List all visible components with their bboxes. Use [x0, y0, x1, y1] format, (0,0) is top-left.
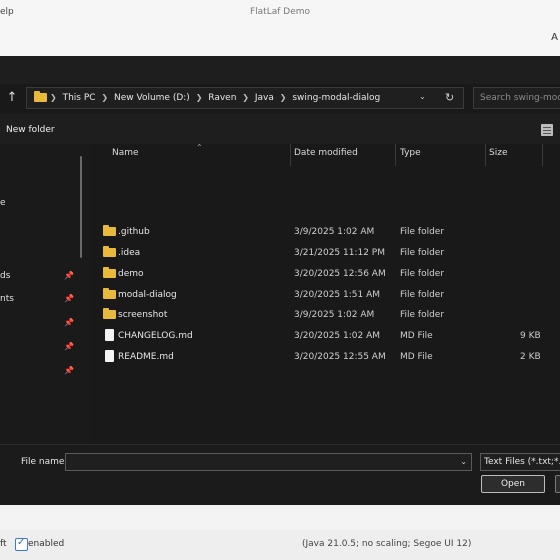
window-title: FlatLaf Demo: [249, 7, 311, 17]
folder-icon: [34, 91, 47, 102]
chevron-down-icon[interactable]: ⌄: [419, 92, 426, 101]
file-list: Name ⌃ Date modified Type Size .github 3…: [90, 143, 560, 444]
file-type: File folder: [400, 227, 445, 237]
folder-icon: [103, 246, 116, 257]
breadcrumb: ❯ This PC ❯ New Volume (D:) ❯ Raven ❯ Ja…: [47, 93, 380, 103]
column-divider[interactable]: [395, 144, 396, 166]
file-name: CHANGELOG.md: [118, 331, 193, 341]
nav-item[interactable]: nts: [0, 294, 14, 304]
table-row[interactable]: .idea 3/21/2025 11:12 PM File folder: [90, 243, 560, 263]
file-size: 2 KB: [520, 352, 541, 362]
file-date: 3/20/2025 1:02 AM: [294, 331, 381, 341]
file-size: 9 KB: [520, 331, 541, 341]
chevron-down-icon[interactable]: ⌄: [460, 457, 467, 466]
java-info-label: (Java 21.0.5; no scaling; Segoe UI 12): [302, 539, 472, 549]
file-type: File folder: [400, 310, 445, 320]
column-divider[interactable]: [290, 144, 291, 166]
table-row[interactable]: screenshot 3/9/2025 1:02 AM File folder: [90, 305, 560, 325]
dialog-footer: File name: ⌄ Text Files (*.txt;*.md Open: [0, 444, 560, 505]
app-titlebar: elp FlatLaf Demo: [0, 0, 560, 26]
table-row[interactable]: CHANGELOG.md 3/20/2025 1:02 AM MD File 9…: [90, 326, 560, 346]
column-header-size[interactable]: Size: [489, 148, 507, 166]
column-divider[interactable]: [485, 144, 486, 166]
up-arrow-icon[interactable]: ↑: [5, 90, 19, 106]
document-icon: [105, 350, 114, 362]
chevron-right-icon: ❯: [195, 93, 203, 102]
app-footer: ft enabled (Java 21.0.5; no scaling; Seg…: [0, 530, 560, 560]
folder-icon: [103, 288, 116, 299]
chevron-right-icon: ❯: [101, 93, 109, 102]
footer-label: ft: [0, 539, 7, 549]
file-date: 3/9/2025 1:02 AM: [294, 310, 375, 320]
file-name: screenshot: [118, 310, 168, 320]
refresh-icon[interactable]: ↻: [445, 91, 454, 104]
sort-ascending-icon: ⌃: [196, 143, 203, 152]
file-type-filter-value: Text Files (*.txt;*.md: [484, 457, 560, 467]
nav-item[interactable]: e: [0, 198, 6, 208]
navigation-pane: e ds 📌 nts 📌 📌 📌 📌: [0, 144, 90, 444]
cancel-button[interactable]: [555, 475, 560, 493]
open-file-dialog: ↑ ❯ This PC ❯ New Volume (D:) ❯ Raven ❯ …: [0, 56, 560, 505]
file-type: File folder: [400, 248, 445, 258]
pin-icon: 📌: [64, 366, 74, 375]
file-type: File folder: [400, 269, 445, 279]
app-toolbar: A: [0, 26, 560, 58]
file-date: 3/21/2025 11:12 PM: [294, 248, 385, 258]
table-row[interactable]: .github 3/9/2025 1:02 AM File folder: [90, 222, 560, 242]
open-button[interactable]: Open: [481, 475, 545, 493]
table-row[interactable]: README.md 3/20/2025 12:55 AM MD File 2 K…: [90, 347, 560, 367]
column-header-type[interactable]: Type: [400, 148, 421, 166]
table-row[interactable]: modal-dialog 3/20/2025 1:51 AM File fold…: [90, 285, 560, 305]
folder-icon: [103, 225, 116, 236]
pin-icon: 📌: [64, 294, 74, 303]
file-date: 3/9/2025 1:02 AM: [294, 227, 375, 237]
search-input[interactable]: Search swing-moda: [473, 87, 560, 109]
command-bar: New folder: [0, 118, 560, 142]
breadcrumb-item[interactable]: New Volume (D:): [114, 93, 190, 103]
file-name: .idea: [118, 248, 141, 258]
file-name-label: File name:: [21, 457, 68, 467]
breadcrumb-item[interactable]: swing-modal-dialog: [292, 93, 380, 103]
address-toolbar: ↑ ❯ This PC ❯ New Volume (D:) ❯ Raven ❯ …: [0, 84, 560, 114]
table-row[interactable]: demo 3/20/2025 12:56 AM File folder: [90, 264, 560, 284]
nav-item[interactable]: ds: [0, 271, 10, 281]
breadcrumb-item[interactable]: Java: [255, 93, 274, 103]
scrollbar[interactable]: [80, 156, 82, 258]
file-type: File folder: [400, 290, 445, 300]
file-name-input[interactable]: ⌄: [65, 453, 472, 471]
breadcrumb-item[interactable]: Raven: [208, 93, 236, 103]
chevron-right-icon: ❯: [50, 93, 57, 102]
column-divider[interactable]: [542, 144, 543, 166]
file-name: README.md: [118, 352, 174, 362]
file-name: .github: [118, 227, 150, 237]
address-bar[interactable]: ❯ This PC ❯ New Volume (D:) ❯ Raven ❯ Ja…: [26, 87, 464, 109]
new-folder-button[interactable]: New folder: [6, 125, 55, 135]
enabled-label[interactable]: enabled: [28, 539, 64, 549]
pin-icon: 📌: [64, 271, 74, 280]
file-date: 3/20/2025 12:56 AM: [294, 269, 386, 279]
file-name: demo: [118, 269, 144, 279]
pin-icon: 📌: [64, 342, 74, 351]
toolbar-item[interactable]: A: [551, 32, 558, 43]
pin-icon: 📌: [64, 318, 74, 327]
file-date: 3/20/2025 12:55 AM: [294, 352, 386, 362]
document-icon: [105, 329, 114, 341]
breadcrumb-item[interactable]: This PC: [63, 93, 96, 103]
column-header-name[interactable]: Name: [112, 148, 139, 166]
file-type: MD File: [400, 331, 433, 341]
view-options-icon[interactable]: [541, 124, 553, 136]
folder-icon: [103, 267, 116, 278]
column-header-date[interactable]: Date modified: [294, 148, 358, 166]
file-type: MD File: [400, 352, 433, 362]
chevron-right-icon: ❯: [242, 93, 249, 102]
enabled-checkbox[interactable]: [15, 537, 28, 551]
search-placeholder: Search swing-moda: [480, 93, 560, 103]
file-date: 3/20/2025 1:51 AM: [294, 290, 381, 300]
file-type-filter[interactable]: Text Files (*.txt;*.md: [480, 453, 560, 471]
folder-icon: [103, 308, 116, 319]
chevron-right-icon: ❯: [279, 93, 287, 102]
file-name: modal-dialog: [118, 290, 177, 300]
